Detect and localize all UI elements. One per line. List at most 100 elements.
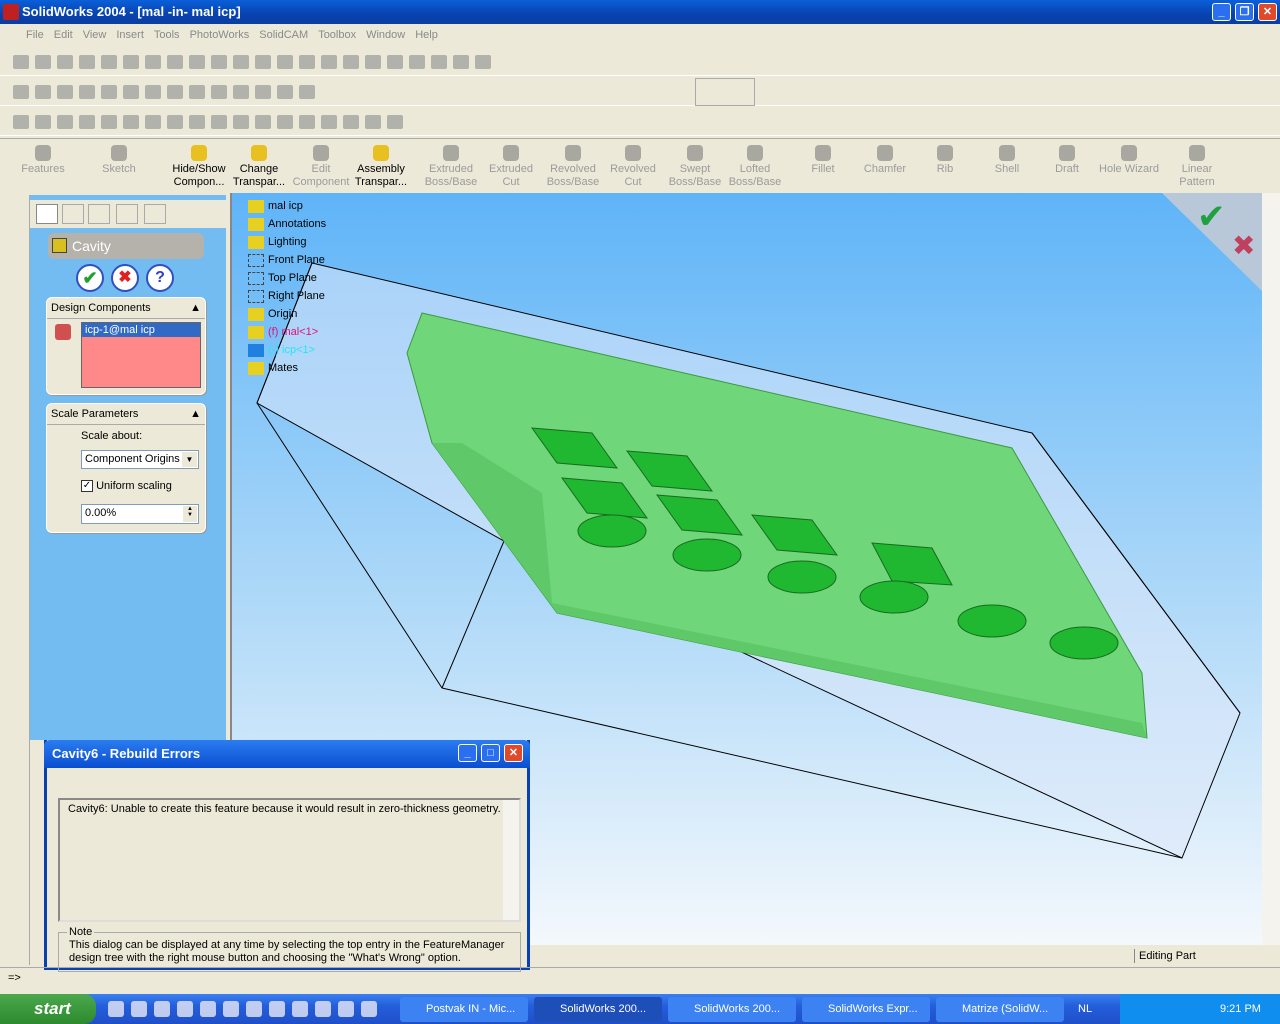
cmd-hole-wizard[interactable]: Hole Wizard xyxy=(1098,143,1160,176)
toolbar-button-icon[interactable] xyxy=(233,55,249,69)
toolbar-button-icon[interactable] xyxy=(387,115,403,129)
toolbar-button-icon[interactable] xyxy=(145,85,161,99)
quick-launch-icon[interactable] xyxy=(338,1001,354,1017)
cmd-fillet[interactable]: Fillet xyxy=(792,143,854,176)
toolbar-button-icon[interactable] xyxy=(211,55,227,69)
command-line[interactable]: => xyxy=(0,967,1280,991)
toolbar-button-icon[interactable] xyxy=(57,55,73,69)
taskbar-task[interactable]: SolidWorks 200... xyxy=(668,997,796,1022)
toolbar-button-icon[interactable] xyxy=(299,85,315,99)
cmd-shell[interactable]: Shell xyxy=(976,143,1038,176)
chevron-down-icon[interactable]: ▼ xyxy=(182,452,197,467)
menu-view[interactable]: View xyxy=(83,29,107,41)
cmd-chamfer[interactable]: Chamfer xyxy=(854,143,916,176)
confirm-cancel-icon[interactable]: ✖ xyxy=(1232,230,1255,261)
menu-help[interactable]: Help xyxy=(415,29,438,41)
cmd-hide-show-compon[interactable]: Hide/Show Compon... xyxy=(168,143,230,189)
toolbar-button-icon[interactable] xyxy=(101,115,117,129)
taskbar-task[interactable]: SolidWorks Expr... xyxy=(802,997,930,1022)
dialog-maximize-button[interactable]: □ xyxy=(481,744,500,762)
toolbar-button-icon[interactable] xyxy=(123,115,139,129)
cmd-linear-pattern[interactable]: Linear Pattern xyxy=(1166,143,1228,189)
toolbox-tab[interactable] xyxy=(116,204,138,224)
toolbar-button-icon[interactable] xyxy=(13,85,29,99)
toolbar-button-icon[interactable] xyxy=(101,85,117,99)
tree-item[interactable]: Right Plane xyxy=(248,290,325,303)
menu-insert[interactable]: Insert xyxy=(116,29,144,41)
toolbar-button-icon[interactable] xyxy=(255,115,271,129)
cmd-extruded-cut[interactable]: Extruded Cut xyxy=(480,143,542,189)
checkbox-icon[interactable]: ✓ xyxy=(81,480,93,493)
close-button[interactable]: ✕ xyxy=(1258,3,1277,21)
toolbar-button-icon[interactable] xyxy=(365,55,381,69)
toolbar-button-icon[interactable] xyxy=(431,55,447,69)
vertical-scrollbar[interactable] xyxy=(1262,193,1280,945)
taskbar-task[interactable]: SolidWorks 200... xyxy=(534,997,662,1022)
quick-launch-icon[interactable] xyxy=(108,1001,124,1017)
quick-launch-icon[interactable] xyxy=(246,1001,262,1017)
cancel-button[interactable]: ✖ xyxy=(111,264,139,292)
toolbar-button-icon[interactable] xyxy=(13,115,29,129)
toolbar-button-icon[interactable] xyxy=(277,85,293,99)
cmd-rib[interactable]: Rib xyxy=(914,143,976,176)
toolbar-button-icon[interactable] xyxy=(189,55,205,69)
toolbar-button-icon[interactable] xyxy=(167,115,183,129)
start-button[interactable]: start xyxy=(0,994,96,1024)
quick-launch-icon[interactable] xyxy=(154,1001,170,1017)
toolbar-button-icon[interactable] xyxy=(145,55,161,69)
toolbar-button-icon[interactable] xyxy=(123,55,139,69)
cmd-extruded-boss-base[interactable]: Extruded Boss/Base xyxy=(420,143,482,189)
toolbar-button-icon[interactable] xyxy=(13,55,29,69)
toolbar-button-icon[interactable] xyxy=(211,85,227,99)
toolbar-button-icon[interactable] xyxy=(277,115,293,129)
menu-tools[interactable]: Tools xyxy=(154,29,180,41)
tree-item[interactable]: (-) icp<1> xyxy=(248,344,315,357)
minimize-button[interactable]: _ xyxy=(1212,3,1231,21)
toolbar-button-icon[interactable] xyxy=(211,115,227,129)
taskbar-task[interactable]: Postvak IN - Mic... xyxy=(400,997,528,1022)
toolbar-button-icon[interactable] xyxy=(35,115,51,129)
toolbar-button-icon[interactable] xyxy=(277,55,293,69)
scale-parameters-header[interactable]: Scale Parameters ▲ xyxy=(47,404,205,425)
tree-item[interactable]: Origin xyxy=(248,308,297,321)
tree-item[interactable]: (f) mal<1> xyxy=(248,326,318,339)
scale-value-input[interactable]: 0.00% ▲ ▼ xyxy=(81,504,199,524)
scale-about-select[interactable]: Component Origins ▼ xyxy=(81,450,199,469)
menu-solidcam[interactable]: SolidCAM xyxy=(259,29,308,41)
toolbar-button-icon[interactable] xyxy=(255,55,271,69)
collapse-icon[interactable]: ▲ xyxy=(190,302,201,314)
toolbar-button-icon[interactable] xyxy=(365,115,381,129)
toolbar-button-icon[interactable] xyxy=(233,85,249,99)
cmd-revolved-cut[interactable]: Revolved Cut xyxy=(602,143,664,189)
tree-item[interactable]: Annotations xyxy=(248,218,326,231)
cmd-change-transpar[interactable]: Change Transpar... xyxy=(228,143,290,189)
cmd-lofted-boss-base[interactable]: Lofted Boss/Base xyxy=(724,143,786,189)
toolbar-button-icon[interactable] xyxy=(343,55,359,69)
menu-file[interactable]: File xyxy=(26,29,44,41)
toolbar-button-icon[interactable] xyxy=(57,85,73,99)
collapse-icon[interactable]: ▲ xyxy=(190,408,201,420)
dialog-close-button[interactable]: ✕ xyxy=(504,744,523,762)
toolbar-button-icon[interactable] xyxy=(299,55,315,69)
menu-window[interactable]: Window xyxy=(366,29,405,41)
toolbar-button-icon[interactable] xyxy=(321,115,337,129)
cmd-features[interactable]: Features xyxy=(12,143,74,176)
cmd-draft[interactable]: Draft xyxy=(1036,143,1098,176)
confirm-ok-icon[interactable]: ✔ xyxy=(1197,198,1226,236)
quick-launch-icon[interactable] xyxy=(361,1001,377,1017)
solidcam-tab[interactable] xyxy=(144,204,166,224)
toolbar-button-icon[interactable] xyxy=(189,85,205,99)
spinner-icon[interactable]: ▲ ▼ xyxy=(183,506,197,522)
menu-photoworks[interactable]: PhotoWorks xyxy=(190,29,250,41)
tree-item[interactable]: Top Plane xyxy=(248,272,317,285)
toolbar-button-icon[interactable] xyxy=(475,55,491,69)
tree-item[interactable]: Mates xyxy=(248,362,298,375)
toolbar-button-icon[interactable] xyxy=(145,115,161,129)
toolbar-button-icon[interactable] xyxy=(123,85,139,99)
error-message-box[interactable]: Cavity6: Unable to create this feature b… xyxy=(58,798,521,922)
toolbar-button-icon[interactable] xyxy=(189,115,205,129)
cmd-swept-boss-base[interactable]: Swept Boss/Base xyxy=(664,143,726,189)
maximize-button[interactable]: ❐ xyxy=(1235,3,1254,21)
cmd-assembly-transpar[interactable]: Assembly Transpar... xyxy=(350,143,412,189)
ok-button[interactable]: ✔ xyxy=(76,264,104,292)
